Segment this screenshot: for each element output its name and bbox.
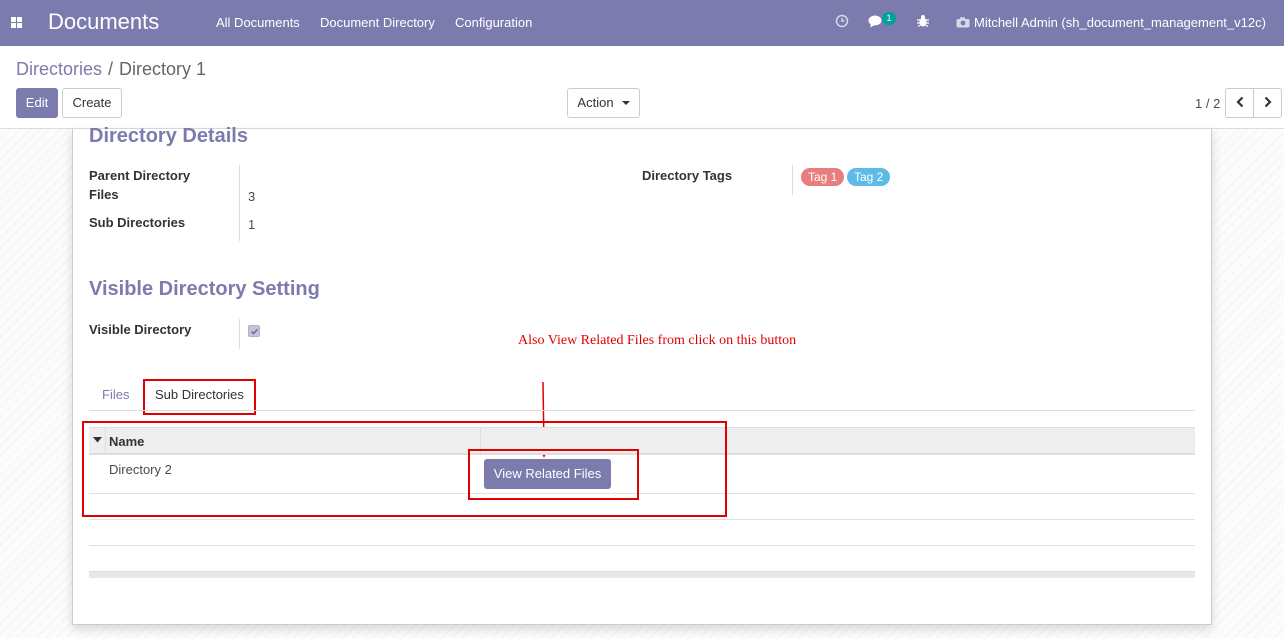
form-content-area: Directory Details Parent Directory Files…: [0, 125, 1284, 638]
menu-all-documents[interactable]: All Documents: [216, 15, 300, 30]
files-label: Files: [89, 187, 119, 202]
breadcrumb: Directories / Directory 1: [16, 59, 206, 80]
files-value: 3: [248, 189, 256, 204]
checkmark-icon: [250, 328, 259, 335]
user-menu[interactable]: Mitchell Admin (sh_document_management_v…: [956, 15, 1266, 30]
apps-grid-icon[interactable]: [11, 17, 22, 28]
pager-value: 1 / 2: [1195, 96, 1221, 111]
create-button[interactable]: Create: [62, 88, 122, 118]
menu-document-directory[interactable]: Document Directory: [320, 15, 435, 30]
visible-directory-label: Visible Directory: [89, 322, 192, 337]
tag-badge[interactable]: Tag 2: [847, 168, 891, 186]
chat-count-badge: 1: [882, 12, 896, 25]
annotation-highlight-button: [468, 449, 639, 500]
clock-icon[interactable]: [835, 14, 849, 28]
user-name: Mitchell Admin (sh_document_management_v…: [974, 15, 1266, 30]
tab-files[interactable]: Files: [102, 387, 129, 402]
camera-icon: [956, 17, 970, 28]
caret-down-icon: [621, 101, 630, 105]
table-footer: [89, 571, 1195, 578]
menu-configuration[interactable]: Configuration: [455, 15, 532, 30]
field-separator: [239, 319, 240, 349]
pager-previous-button[interactable]: [1225, 88, 1254, 118]
edit-button[interactable]: Edit: [16, 88, 58, 118]
breadcrumb-current: Directory 1: [119, 59, 207, 79]
table-row-divider: [89, 519, 1195, 520]
tabs-divider: [89, 410, 1195, 411]
action-label: Action: [577, 95, 614, 110]
visible-directory-checkbox[interactable]: [248, 325, 260, 337]
field-separator: [239, 165, 240, 241]
visible-directory-setting-title: Visible Directory Setting: [89, 278, 320, 300]
parent-directory-label: Parent Directory: [89, 168, 191, 183]
field-separator: [792, 165, 793, 195]
app-brand-title[interactable]: Documents: [48, 9, 159, 35]
bug-icon[interactable]: [916, 14, 930, 28]
chevron-left-icon: [1235, 96, 1243, 108]
breadcrumb-directories-link[interactable]: Directories: [16, 59, 102, 79]
sub-directories-value: 1: [248, 217, 256, 232]
directory-tags-label: Directory Tags: [642, 168, 733, 183]
form-sheet: Directory Details Parent Directory Files…: [72, 125, 1212, 625]
breadcrumb-separator: /: [108, 59, 114, 79]
chevron-right-icon: [1264, 96, 1272, 108]
annotation-text: Also View Related Files from click on th…: [518, 333, 797, 348]
top-navbar: Documents All Documents Document Directo…: [0, 0, 1284, 46]
pager-next-button[interactable]: [1253, 88, 1282, 118]
table-row-divider: [89, 545, 1195, 546]
tag-badge[interactable]: Tag 1: [801, 168, 845, 186]
action-dropdown[interactable]: Action: [567, 88, 640, 118]
sub-directories-label: Sub Directories: [89, 215, 186, 230]
directory-details-title: Directory Details: [89, 125, 248, 147]
